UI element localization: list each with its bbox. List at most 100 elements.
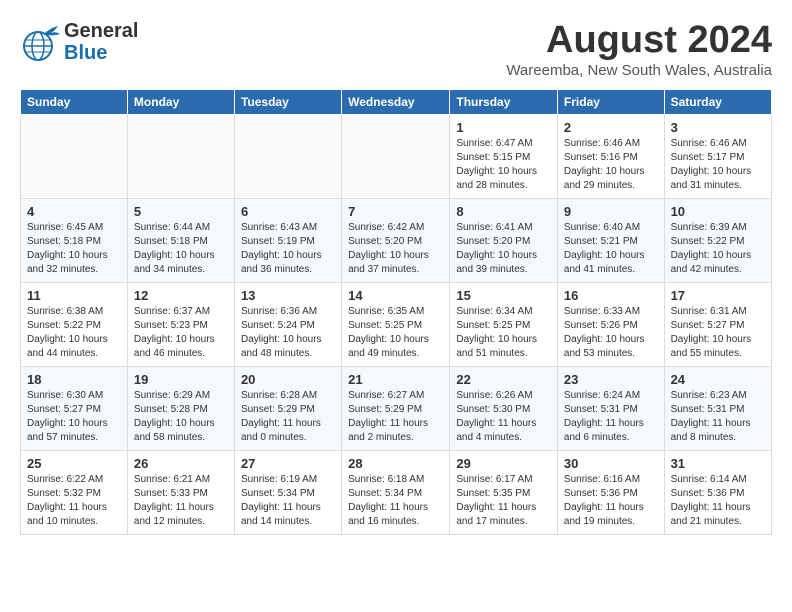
day-info: Sunrise: 6:45 AM Sunset: 5:18 PM Dayligh…	[27, 221, 121, 277]
day-info: Sunrise: 6:43 AM Sunset: 5:19 PM Dayligh…	[241, 221, 335, 277]
calendar-cell: 14 Sunrise: 6:35 AM Sunset: 5:25 PM Dayli…	[342, 282, 450, 366]
calendar-cell: 25Sunrise: 6:22 AM Sunset: 5:32 PM Dayli…	[21, 450, 128, 534]
weekday-header-friday: Friday	[557, 89, 664, 114]
day-number: 8	[456, 204, 551, 219]
day-number: 3	[671, 120, 765, 135]
calendar-cell: 12 Sunrise: 6:37 AM Sunset: 5:23 PM Dayli…	[127, 282, 234, 366]
day-info: Sunrise: 6:27 AM Sunset: 5:29 PM Dayligh…	[348, 389, 443, 445]
title-section: August 2024 Wareemba, New South Wales, A…	[506, 20, 772, 79]
calendar-cell	[127, 114, 234, 198]
day-number: 13	[241, 288, 335, 303]
day-info: Sunrise: 6:31 AM Sunset: 5:27 PM Dayligh…	[671, 305, 765, 361]
calendar-week-row: 18 Sunrise: 6:30 AM Sunset: 5:27 PM Dayli…	[21, 366, 772, 450]
calendar-table: SundayMondayTuesdayWednesdayThursdayFrid…	[20, 89, 772, 535]
calendar-cell: 5 Sunrise: 6:44 AM Sunset: 5:18 PM Daylig…	[127, 198, 234, 282]
day-number: 14	[348, 288, 443, 303]
calendar-cell: 17 Sunrise: 6:31 AM Sunset: 5:27 PM Dayli…	[664, 282, 771, 366]
day-number: 17	[671, 288, 765, 303]
day-info: Sunrise: 6:24 AM Sunset: 5:31 PM Dayligh…	[564, 389, 658, 445]
day-info: Sunrise: 6:30 AM Sunset: 5:27 PM Dayligh…	[27, 389, 121, 445]
day-info: Sunrise: 6:47 AM Sunset: 5:15 PM Dayligh…	[456, 137, 551, 193]
day-info: Sunrise: 6:40 AM Sunset: 5:21 PM Dayligh…	[564, 221, 658, 277]
day-number: 9	[564, 204, 658, 219]
logo-icon	[20, 20, 64, 64]
weekday-header-saturday: Saturday	[664, 89, 771, 114]
weekday-header-tuesday: Tuesday	[234, 89, 341, 114]
weekday-header-sunday: Sunday	[21, 89, 128, 114]
day-number: 27	[241, 456, 335, 471]
day-number: 29	[456, 456, 551, 471]
day-info: Sunrise: 6:42 AM Sunset: 5:20 PM Dayligh…	[348, 221, 443, 277]
day-number: 1	[456, 120, 551, 135]
calendar-cell: 10Sunrise: 6:39 AM Sunset: 5:22 PM Dayli…	[664, 198, 771, 282]
day-info: Sunrise: 6:21 AM Sunset: 5:33 PM Dayligh…	[134, 473, 228, 529]
calendar-cell: 19 Sunrise: 6:29 AM Sunset: 5:28 PM Dayli…	[127, 366, 234, 450]
calendar-cell: 9 Sunrise: 6:40 AM Sunset: 5:21 PM Daylig…	[557, 198, 664, 282]
day-info: Sunrise: 6:22 AM Sunset: 5:32 PM Dayligh…	[27, 473, 121, 529]
day-info: Sunrise: 6:17 AM Sunset: 5:35 PM Dayligh…	[456, 473, 551, 529]
calendar-week-row: 1 Sunrise: 6:47 AM Sunset: 5:15 PM Daylig…	[21, 114, 772, 198]
day-number: 5	[134, 204, 228, 219]
calendar-cell: 1 Sunrise: 6:47 AM Sunset: 5:15 PM Daylig…	[450, 114, 558, 198]
day-info: Sunrise: 6:44 AM Sunset: 5:18 PM Dayligh…	[134, 221, 228, 277]
day-info: Sunrise: 6:26 AM Sunset: 5:30 PM Dayligh…	[456, 389, 551, 445]
day-number: 11	[27, 288, 121, 303]
day-info: Sunrise: 6:28 AM Sunset: 5:29 PM Dayligh…	[241, 389, 335, 445]
calendar-cell: 4 Sunrise: 6:45 AM Sunset: 5:18 PM Daylig…	[21, 198, 128, 282]
day-number: 24	[671, 372, 765, 387]
day-number: 6	[241, 204, 335, 219]
day-number: 30	[564, 456, 658, 471]
calendar-header-row: SundayMondayTuesdayWednesdayThursdayFrid…	[21, 89, 772, 114]
day-info: Sunrise: 6:35 AM Sunset: 5:25 PM Dayligh…	[348, 305, 443, 361]
day-number: 4	[27, 204, 121, 219]
day-number: 18	[27, 372, 121, 387]
day-number: 20	[241, 372, 335, 387]
calendar-cell: 11Sunrise: 6:38 AM Sunset: 5:22 PM Dayli…	[21, 282, 128, 366]
day-number: 22	[456, 372, 551, 387]
calendar-week-row: 4 Sunrise: 6:45 AM Sunset: 5:18 PM Daylig…	[21, 198, 772, 282]
logo: General Blue	[20, 20, 138, 64]
calendar-cell: 15Sunrise: 6:34 AM Sunset: 5:25 PM Dayli…	[450, 282, 558, 366]
weekday-header-thursday: Thursday	[450, 89, 558, 114]
calendar-cell: 20 Sunrise: 6:28 AM Sunset: 5:29 PM Dayli…	[234, 366, 341, 450]
day-number: 2	[564, 120, 658, 135]
calendar-cell: 18 Sunrise: 6:30 AM Sunset: 5:27 PM Dayli…	[21, 366, 128, 450]
calendar-cell: 3 Sunrise: 6:46 AM Sunset: 5:17 PM Daylig…	[664, 114, 771, 198]
day-info: Sunrise: 6:46 AM Sunset: 5:16 PM Dayligh…	[564, 137, 658, 193]
day-number: 31	[671, 456, 765, 471]
day-info: Sunrise: 6:19 AM Sunset: 5:34 PM Dayligh…	[241, 473, 335, 529]
calendar-cell	[342, 114, 450, 198]
calendar-cell: 26 Sunrise: 6:21 AM Sunset: 5:33 PM Dayli…	[127, 450, 234, 534]
page-header: General Blue August 2024 Wareemba, New S…	[20, 20, 772, 79]
day-number: 16	[564, 288, 658, 303]
location: Wareemba, New South Wales, Australia	[506, 62, 772, 79]
calendar-cell: 13 Sunrise: 6:36 AM Sunset: 5:24 PM Dayli…	[234, 282, 341, 366]
calendar-cell: 21Sunrise: 6:27 AM Sunset: 5:29 PM Dayli…	[342, 366, 450, 450]
day-info: Sunrise: 6:39 AM Sunset: 5:22 PM Dayligh…	[671, 221, 765, 277]
day-info: Sunrise: 6:29 AM Sunset: 5:28 PM Dayligh…	[134, 389, 228, 445]
day-number: 15	[456, 288, 551, 303]
day-info: Sunrise: 6:46 AM Sunset: 5:17 PM Dayligh…	[671, 137, 765, 193]
calendar-cell: 2 Sunrise: 6:46 AM Sunset: 5:16 PM Daylig…	[557, 114, 664, 198]
weekday-header-wednesday: Wednesday	[342, 89, 450, 114]
calendar-cell: 8 Sunrise: 6:41 AM Sunset: 5:20 PM Daylig…	[450, 198, 558, 282]
day-number: 26	[134, 456, 228, 471]
calendar-cell: 30Sunrise: 6:16 AM Sunset: 5:36 PM Dayli…	[557, 450, 664, 534]
calendar-cell: 27 Sunrise: 6:19 AM Sunset: 5:34 PM Dayli…	[234, 450, 341, 534]
day-info: Sunrise: 6:33 AM Sunset: 5:26 PM Dayligh…	[564, 305, 658, 361]
calendar-cell: 6 Sunrise: 6:43 AM Sunset: 5:19 PM Daylig…	[234, 198, 341, 282]
day-info: Sunrise: 6:14 AM Sunset: 5:36 PM Dayligh…	[671, 473, 765, 529]
calendar-cell: 7 Sunrise: 6:42 AM Sunset: 5:20 PM Daylig…	[342, 198, 450, 282]
day-info: Sunrise: 6:36 AM Sunset: 5:24 PM Dayligh…	[241, 305, 335, 361]
calendar-cell: 28Sunrise: 6:18 AM Sunset: 5:34 PM Dayli…	[342, 450, 450, 534]
day-number: 12	[134, 288, 228, 303]
calendar-cell: 23Sunrise: 6:24 AM Sunset: 5:31 PM Dayli…	[557, 366, 664, 450]
calendar-week-row: 25Sunrise: 6:22 AM Sunset: 5:32 PM Dayli…	[21, 450, 772, 534]
logo-text: General Blue	[64, 20, 138, 64]
calendar-cell: 31 Sunrise: 6:14 AM Sunset: 5:36 PM Dayli…	[664, 450, 771, 534]
day-info: Sunrise: 6:41 AM Sunset: 5:20 PM Dayligh…	[456, 221, 551, 277]
day-info: Sunrise: 6:37 AM Sunset: 5:23 PM Dayligh…	[134, 305, 228, 361]
calendar-cell: 16 Sunrise: 6:33 AM Sunset: 5:26 PM Dayli…	[557, 282, 664, 366]
day-number: 19	[134, 372, 228, 387]
day-number: 7	[348, 204, 443, 219]
